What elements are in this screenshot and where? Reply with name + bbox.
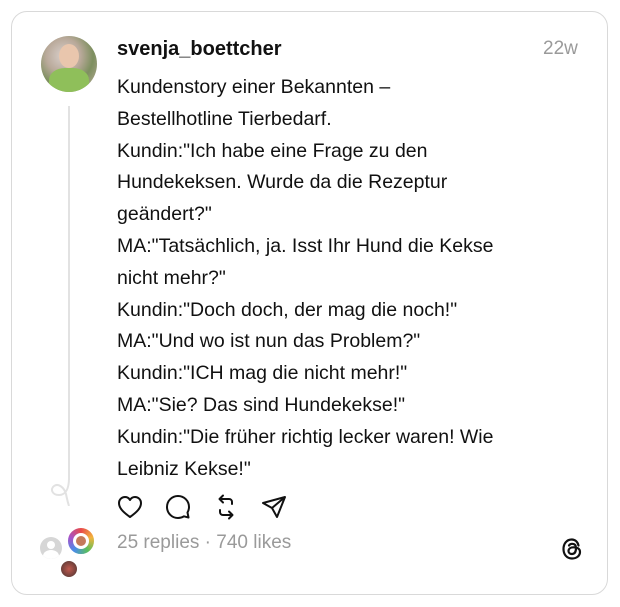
reply-avatar[interactable] bbox=[40, 537, 62, 559]
author-avatar[interactable] bbox=[41, 36, 97, 92]
thread-line bbox=[68, 106, 70, 480]
post-line: Kundin:"ICH mag die nicht mehr!" bbox=[117, 362, 408, 385]
post-line: nicht mehr?" bbox=[117, 266, 226, 289]
username[interactable]: svenja_boettcher bbox=[117, 38, 282, 61]
post-line: geändert?" bbox=[117, 203, 212, 226]
post-time: 22w bbox=[543, 38, 578, 59]
threads-logo-icon[interactable] bbox=[559, 536, 585, 562]
post-line: Hundekeksen. Wurde da die Rezeptur bbox=[117, 171, 448, 194]
share-icon[interactable] bbox=[260, 493, 288, 521]
post-stats[interactable]: 25 replies · 740 likes bbox=[117, 532, 291, 554]
post-line: Bestellhotline Tierbedarf. bbox=[117, 107, 332, 130]
repost-icon[interactable] bbox=[212, 493, 240, 521]
reply-avatar[interactable] bbox=[60, 560, 78, 578]
heart-icon[interactable] bbox=[116, 493, 144, 521]
thread-curl-icon bbox=[50, 478, 70, 506]
post-line: Kundin:"Ich habe eine Frage zu den bbox=[117, 139, 428, 162]
post-line: Kundin:"Die früher richtig lecker waren!… bbox=[117, 425, 494, 448]
post-line: Kundenstory einer Bekannten – bbox=[117, 76, 391, 98]
comment-icon[interactable] bbox=[164, 493, 192, 521]
reply-avatar[interactable] bbox=[66, 526, 96, 556]
post-line: MA:"Und wo ist nun das Problem?" bbox=[117, 330, 421, 353]
post-line: MA:"Sie? Das sind Hundekekse!" bbox=[117, 393, 406, 416]
post-line: MA:"Tatsächlich, ja. Isst Ihr Hund die K… bbox=[117, 234, 494, 257]
post-body: Kundenstory einer Bekannten – Bestellhot… bbox=[117, 72, 587, 485]
post-line: Leibniz Kekse!" bbox=[117, 457, 251, 480]
post-line: Kundin:"Doch doch, der mag die noch!" bbox=[117, 298, 458, 321]
